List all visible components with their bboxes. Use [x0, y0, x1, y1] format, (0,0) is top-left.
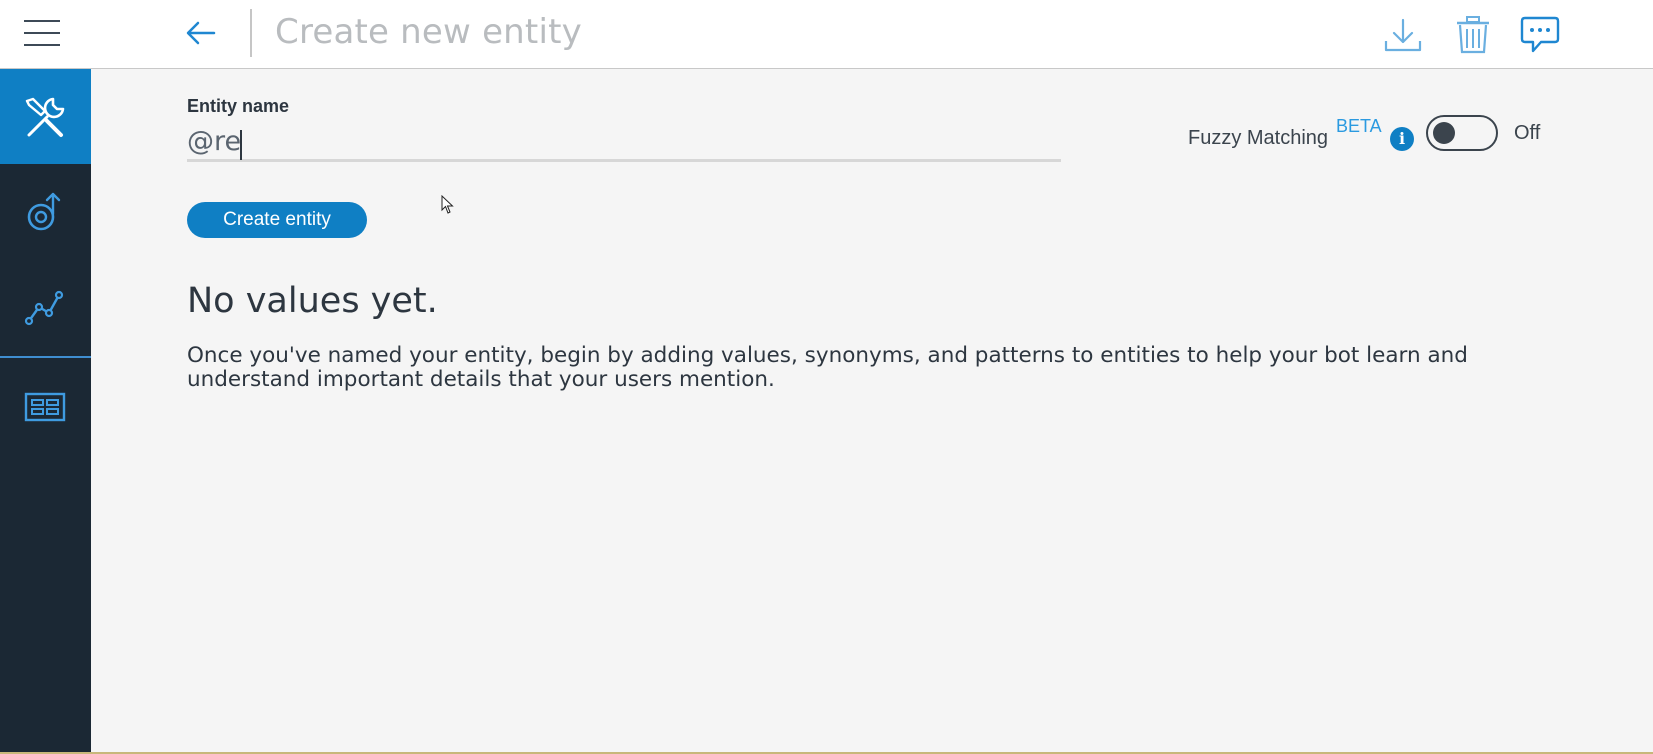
create-entity-button[interactable]: Create entity: [187, 202, 367, 238]
info-icon[interactable]: i: [1390, 127, 1414, 151]
fuzzy-matching-label: Fuzzy Matching: [1188, 127, 1329, 149]
sidebar: [0, 69, 91, 754]
fuzzy-matching-control: Fuzzy Matching BETA i Off: [1188, 115, 1568, 155]
entity-name-label: Entity name: [187, 96, 290, 116]
beta-badge: BETA: [1336, 116, 1382, 136]
mouse-pointer-icon: [441, 194, 455, 220]
back-arrow-icon[interactable]: [184, 16, 218, 50]
catalog-icon: [24, 392, 66, 422]
text-caret: [240, 130, 242, 160]
page-title: Create new entity: [275, 12, 582, 52]
app-window: Create new entity Entity name @re Create…: [0, 0, 1653, 754]
toggle-state-label: Off: [1514, 122, 1541, 144]
empty-state-description: Once you've named your entity, begin by …: [187, 343, 1468, 392]
trash-icon[interactable]: [1452, 14, 1494, 56]
sidebar-item-analytics[interactable]: [0, 259, 91, 354]
chat-bubble-icon[interactable]: [1519, 14, 1561, 56]
sidebar-item-improve[interactable]: [0, 164, 91, 259]
sidebar-item-build[interactable]: [0, 69, 91, 164]
download-icon[interactable]: [1382, 14, 1424, 56]
top-bar: Create new entity: [0, 0, 1653, 69]
empty-state-title: No values yet.: [187, 281, 438, 321]
main-content: Entity name Create entity Fuzzy Matching…: [91, 69, 1653, 754]
title-divider: [250, 9, 252, 57]
analytics-icon: [24, 290, 64, 326]
fuzzy-matching-toggle[interactable]: [1426, 115, 1498, 151]
toggle-knob: [1433, 122, 1455, 144]
entity-name-input[interactable]: [187, 124, 1061, 162]
improve-icon: [27, 192, 61, 231]
tools-icon: [25, 97, 65, 137]
sidebar-item-content-catalog[interactable]: [0, 358, 91, 453]
hamburger-menu-icon[interactable]: [24, 16, 62, 50]
